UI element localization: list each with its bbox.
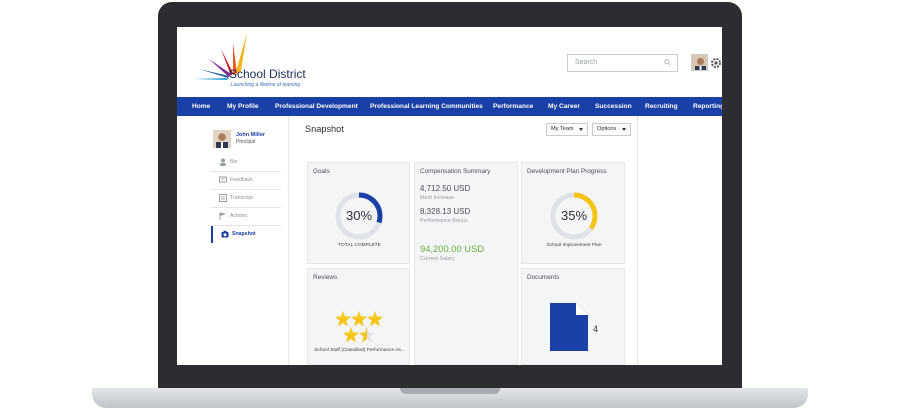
card-title: Development Plan Progress xyxy=(527,168,607,175)
my-team-dropdown[interactable]: My Team xyxy=(546,123,588,136)
profile-avatar[interactable] xyxy=(213,130,231,148)
development-plan-card[interactable]: Development Plan Progress 35% School Imp… xyxy=(521,162,625,264)
development-percent: 35% xyxy=(560,208,588,223)
document-icon[interactable] xyxy=(550,303,588,351)
sidebar-item-label: Bio xyxy=(230,159,238,165)
sidebar-item-actions[interactable]: Actions xyxy=(211,208,281,225)
brand-tagline: Launching a lifetime of learning xyxy=(231,82,301,88)
documents-count: 4 xyxy=(593,324,599,334)
documents-card[interactable]: Documents 4 xyxy=(521,268,625,365)
search-input[interactable]: Search xyxy=(567,54,678,72)
rating-stars xyxy=(335,311,383,343)
current-salary-value: 94,200.00 USD xyxy=(420,243,485,254)
goals-percent: 30% xyxy=(345,208,373,223)
card-title: Compensation Summary xyxy=(420,168,491,175)
nav-professional-learning-communities[interactable]: Professional Learning Communities xyxy=(370,97,483,116)
star-icon xyxy=(367,311,383,327)
sidebar-item-label: Actions xyxy=(230,213,248,219)
nav-performance[interactable]: Performance xyxy=(493,97,533,116)
performance-bonus-value: 8,328.13 USD xyxy=(420,207,471,216)
half-star-icon xyxy=(359,327,375,343)
merit-increase-value: 4,712.50 USD xyxy=(420,184,471,193)
merit-increase-label: Merit Increase xyxy=(420,195,455,201)
sidebar-item-label: Transcript xyxy=(230,195,253,201)
star-icon xyxy=(343,327,359,343)
compensation-card[interactable]: Compensation Summary 4,712.50 USD Merit … xyxy=(414,162,518,365)
star-icon xyxy=(351,311,367,327)
nav-my-career[interactable]: My Career xyxy=(548,97,580,116)
page-title: Snapshot xyxy=(305,124,344,134)
nav-professional-development[interactable]: Professional Development xyxy=(275,97,358,116)
nav-reporting[interactable]: Reporting xyxy=(693,97,722,116)
goals-caption: TOTAL COMPLETE xyxy=(338,243,381,248)
profile-portrait-icon xyxy=(213,130,231,148)
review-caption[interactable]: School Staff (Classified) Performance As… xyxy=(308,348,411,353)
brand-name: School District xyxy=(229,67,306,81)
chevron-down-icon xyxy=(622,128,626,131)
profile-role: Principal xyxy=(236,139,256,145)
sidebar-item-label: Snapshot xyxy=(232,231,256,237)
user-icon xyxy=(220,158,226,166)
nav-recruiting[interactable]: Recruiting xyxy=(645,97,678,116)
performance-bonus-label: Performance Bonus xyxy=(420,218,468,224)
feedback-icon xyxy=(219,176,227,183)
options-label: Options xyxy=(597,126,617,132)
snapshot-panel: Snapshot My Team Options Goals 30% TOTAL… xyxy=(288,116,638,365)
search-placeholder: Search xyxy=(575,59,598,66)
profile-name[interactable]: John Miller xyxy=(236,132,265,138)
card-title: Documents xyxy=(527,274,560,281)
my-team-label: My Team xyxy=(551,126,574,132)
sidebar-item-label: Feedback xyxy=(230,177,253,183)
nav-home[interactable]: Home xyxy=(192,97,210,116)
camera-icon xyxy=(221,230,229,238)
card-title: Goals xyxy=(313,168,330,175)
sidebar-item-bio[interactable]: Bio xyxy=(211,154,281,171)
goals-card[interactable]: Goals 30% TOTAL COMPLETE xyxy=(307,162,410,264)
nav-my-profile[interactable]: My Profile xyxy=(227,97,259,116)
reviews-card[interactable]: Reviews School Staff (Classified) Perfor… xyxy=(307,268,410,365)
chevron-down-icon xyxy=(579,128,583,131)
search-icon[interactable] xyxy=(664,59,671,66)
sidebar-item-feedback[interactable]: Feedback xyxy=(211,172,281,189)
app-screen: School District Launching a lifetime of … xyxy=(177,27,722,365)
star-icon xyxy=(335,311,351,327)
transcript-icon xyxy=(219,194,227,202)
laptop-notch xyxy=(400,388,500,394)
flag-icon xyxy=(219,212,226,220)
card-title: Reviews xyxy=(313,274,338,281)
main-nav: Home My Profile Professional Development… xyxy=(177,97,722,116)
header: School District Launching a lifetime of … xyxy=(177,27,722,97)
development-caption: School Improvement Plan xyxy=(546,243,602,248)
current-salary-label: Current Salary xyxy=(420,256,455,262)
options-dropdown[interactable]: Options xyxy=(592,123,631,136)
sidebar-item-snapshot[interactable]: Snapshot xyxy=(211,226,281,243)
gear-icon[interactable] xyxy=(710,57,722,69)
profile-sidebar: John Miller Principal Bio Feedback Trans… xyxy=(211,125,281,255)
sidebar-item-transcript[interactable]: Transcript xyxy=(211,190,281,207)
user-avatar[interactable] xyxy=(691,54,708,71)
nav-succession[interactable]: Succession xyxy=(595,97,632,116)
avatar-portrait-icon xyxy=(692,55,707,70)
